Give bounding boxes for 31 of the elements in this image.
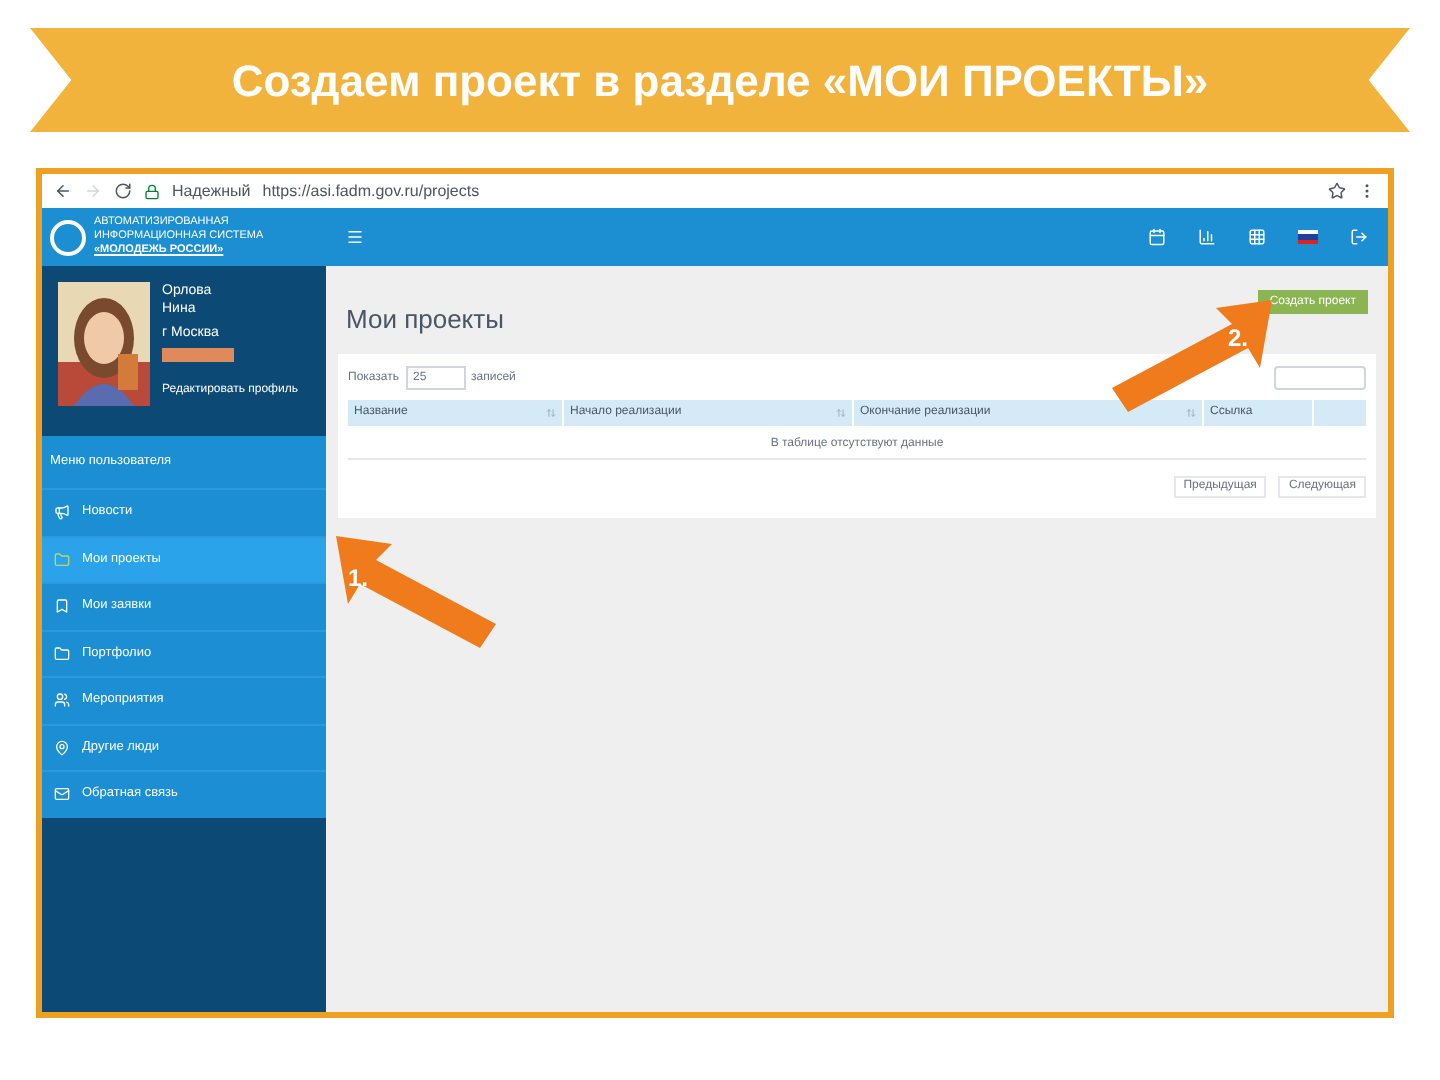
sort-icon bbox=[1186, 408, 1196, 418]
security-label: Надежный bbox=[172, 179, 251, 203]
lock-icon bbox=[144, 183, 160, 199]
back-icon[interactable] bbox=[54, 182, 72, 200]
url-text[interactable]: https://asi.fadm.gov.ru/projects bbox=[262, 179, 480, 203]
logo-icon bbox=[50, 219, 86, 255]
megaphone-icon bbox=[54, 504, 70, 521]
folder-icon bbox=[54, 645, 70, 662]
logout-icon[interactable] bbox=[1350, 228, 1368, 246]
slide-title: Создаем проект в разделе «МОИ ПРОЕКТЫ» bbox=[231, 53, 1209, 110]
arrow-icon bbox=[336, 536, 496, 648]
people-icon bbox=[54, 692, 70, 709]
star-icon[interactable] bbox=[1328, 182, 1346, 200]
callout-number: 2. bbox=[1228, 322, 1249, 356]
folder-icon bbox=[54, 551, 70, 568]
status-badge bbox=[162, 348, 234, 362]
grid-icon[interactable] bbox=[1248, 228, 1266, 246]
bookmark-icon bbox=[54, 598, 70, 615]
mail-icon bbox=[54, 786, 70, 803]
chart-icon[interactable] bbox=[1198, 228, 1216, 246]
arrow-icon bbox=[1112, 300, 1272, 412]
calendar-icon[interactable] bbox=[1148, 228, 1166, 246]
sort-icon bbox=[546, 408, 556, 418]
reload-icon[interactable] bbox=[114, 182, 132, 200]
flag-icon[interactable] bbox=[1298, 230, 1318, 244]
menu-icon[interactable] bbox=[346, 228, 364, 246]
pin-icon bbox=[54, 739, 70, 756]
sort-icon bbox=[836, 408, 846, 418]
search-field[interactable] bbox=[1274, 366, 1366, 390]
callout-number: 1. bbox=[348, 562, 369, 596]
page-title: Мои проекты bbox=[346, 301, 504, 338]
